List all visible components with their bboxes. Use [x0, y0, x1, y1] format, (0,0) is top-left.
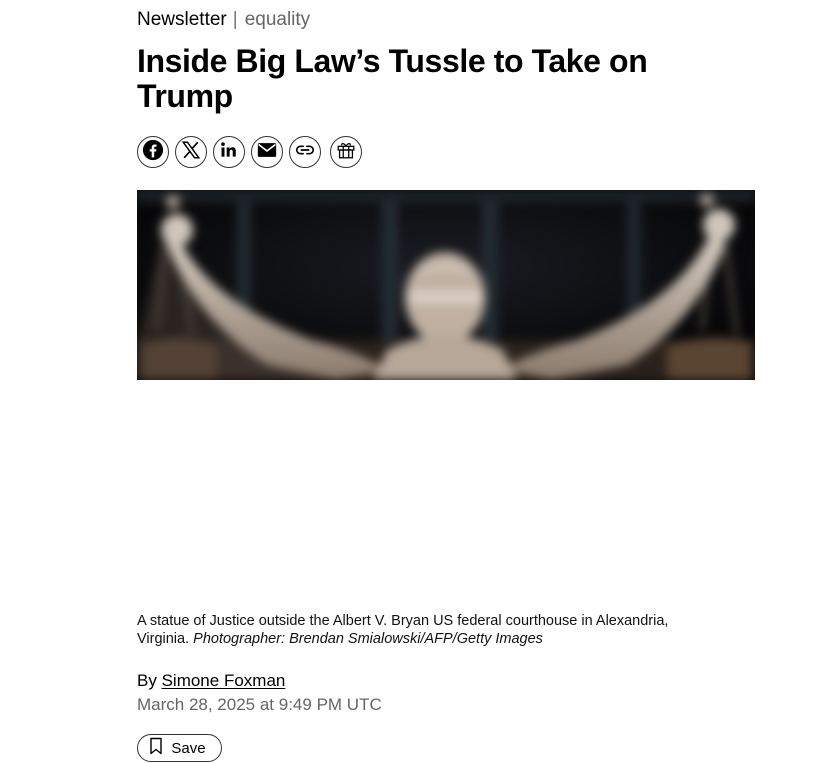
share-facebook-button[interactable] — [137, 136, 169, 168]
kicker-separator: | — [232, 9, 238, 30]
copy-link-button[interactable] — [289, 136, 321, 168]
share-x-button[interactable] — [175, 136, 207, 168]
author-link[interactable]: Simone Foxman — [162, 671, 286, 690]
linkedin-icon — [219, 140, 239, 165]
x-icon — [180, 139, 202, 166]
bookmark-icon — [149, 737, 163, 759]
email-icon — [256, 139, 278, 166]
publish-date: March 28, 2025 at 9:49 PM UTC — [137, 695, 382, 714]
newsletter-label[interactable]: Newsletter — [137, 9, 227, 30]
share-linkedin-button[interactable] — [213, 136, 245, 168]
byline: By Simone Foxman — [137, 670, 285, 692]
save-label: Save — [171, 739, 206, 757]
photo-credit: Photographer: Brendan Smialowski/AFP/Get… — [193, 631, 543, 647]
article-headline: Inside Big Law’s Tussle to Take on Trump — [137, 43, 648, 114]
byline-prefix: By — [137, 671, 157, 690]
link-icon — [294, 139, 316, 166]
gift-icon — [335, 139, 357, 166]
hero-image — [137, 190, 755, 380]
facebook-icon — [142, 139, 164, 166]
kicker: Newsletter | equality — [137, 8, 310, 32]
image-caption: A statue of Justice outside the Albert V… — [137, 612, 697, 648]
save-button[interactable]: Save — [137, 734, 222, 762]
share-email-button[interactable] — [251, 136, 283, 168]
newsletter-topic[interactable]: equality — [245, 9, 311, 30]
justice-statue-photo — [137, 190, 755, 380]
gift-article-button[interactable] — [330, 136, 362, 168]
